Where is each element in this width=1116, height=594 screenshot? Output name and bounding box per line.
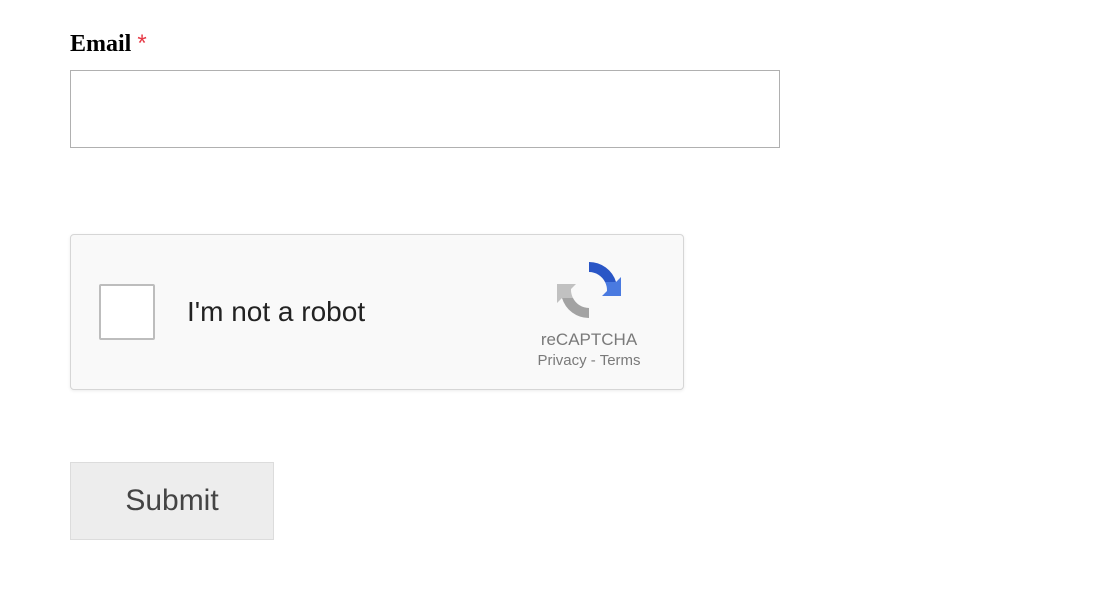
recaptcha-links: Privacy - Terms [537, 352, 640, 369]
recaptcha-brand-text: reCAPTCHA [541, 330, 637, 350]
recaptcha-label: I'm not a robot [187, 296, 519, 328]
recaptcha-terms-link[interactable]: Terms [600, 352, 641, 369]
email-label-text: Email [70, 31, 131, 57]
recaptcha-icon [555, 256, 623, 324]
submit-button[interactable]: Submit [70, 462, 274, 540]
email-label: Email * [70, 30, 1046, 58]
recaptcha-checkbox[interactable] [99, 284, 155, 340]
recaptcha-privacy-link[interactable]: Privacy [537, 352, 586, 369]
recaptcha-branding: reCAPTCHA Privacy - Terms [519, 256, 659, 369]
recaptcha-link-separator: - [587, 352, 600, 369]
form-container: Email * I'm not a robot reCAPTCHA Privac… [70, 30, 1046, 540]
recaptcha-widget: I'm not a robot reCAPTCHA Privacy - Term… [70, 234, 684, 390]
required-asterisk: * [137, 30, 146, 57]
email-field[interactable] [70, 70, 780, 148]
